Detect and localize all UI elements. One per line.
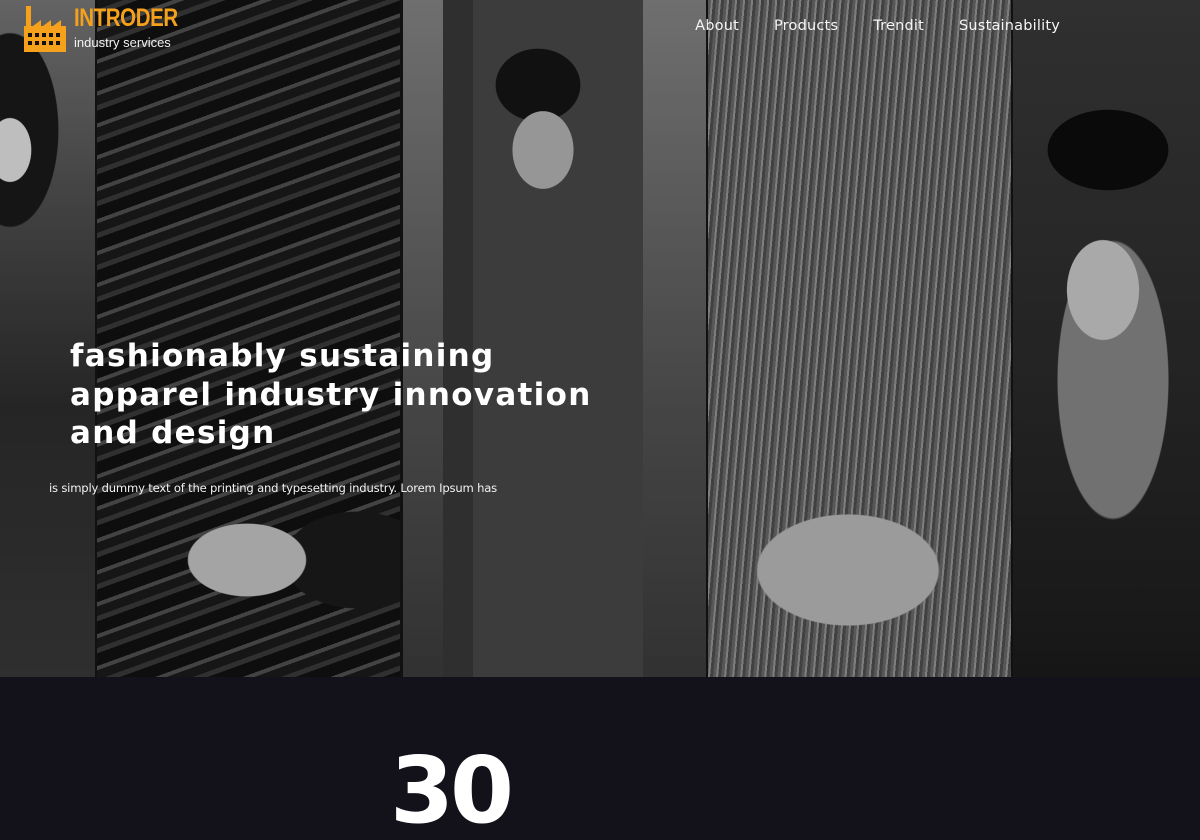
main-nav: About Products Trendit Sustainability [660,18,1060,34]
hero-headline-line-3: and design [70,415,276,451]
nav-item-sustainability[interactable]: Sustainability [959,18,1060,34]
hero-headline: fashionably sustaining apparel industry … [70,337,630,453]
factory-icon [24,6,66,52]
brand-name: INTRODER [74,4,178,32]
stat-number: 30 [390,737,514,840]
hero-headline-line-2: apparel industry innovation [70,376,592,413]
hero-photo-woman-beanie [1013,0,1200,677]
nav-item-trendit[interactable]: Trendit [873,18,924,34]
hero-photo-hair-closeup [708,0,1011,677]
hero-section: INTRODER industry services About Product… [0,0,1200,677]
hero-headline-line-1: fashionably sustaining [70,338,495,374]
logo-link[interactable]: INTRODER industry services [24,6,201,52]
nav-item-about[interactable]: About [695,18,739,34]
hero-subtext: is simply dummy text of the printing and… [49,481,497,495]
nav-item-products[interactable]: Products [774,18,838,34]
brand-tagline: industry services [74,35,171,50]
stats-section: 30 [0,677,1200,840]
